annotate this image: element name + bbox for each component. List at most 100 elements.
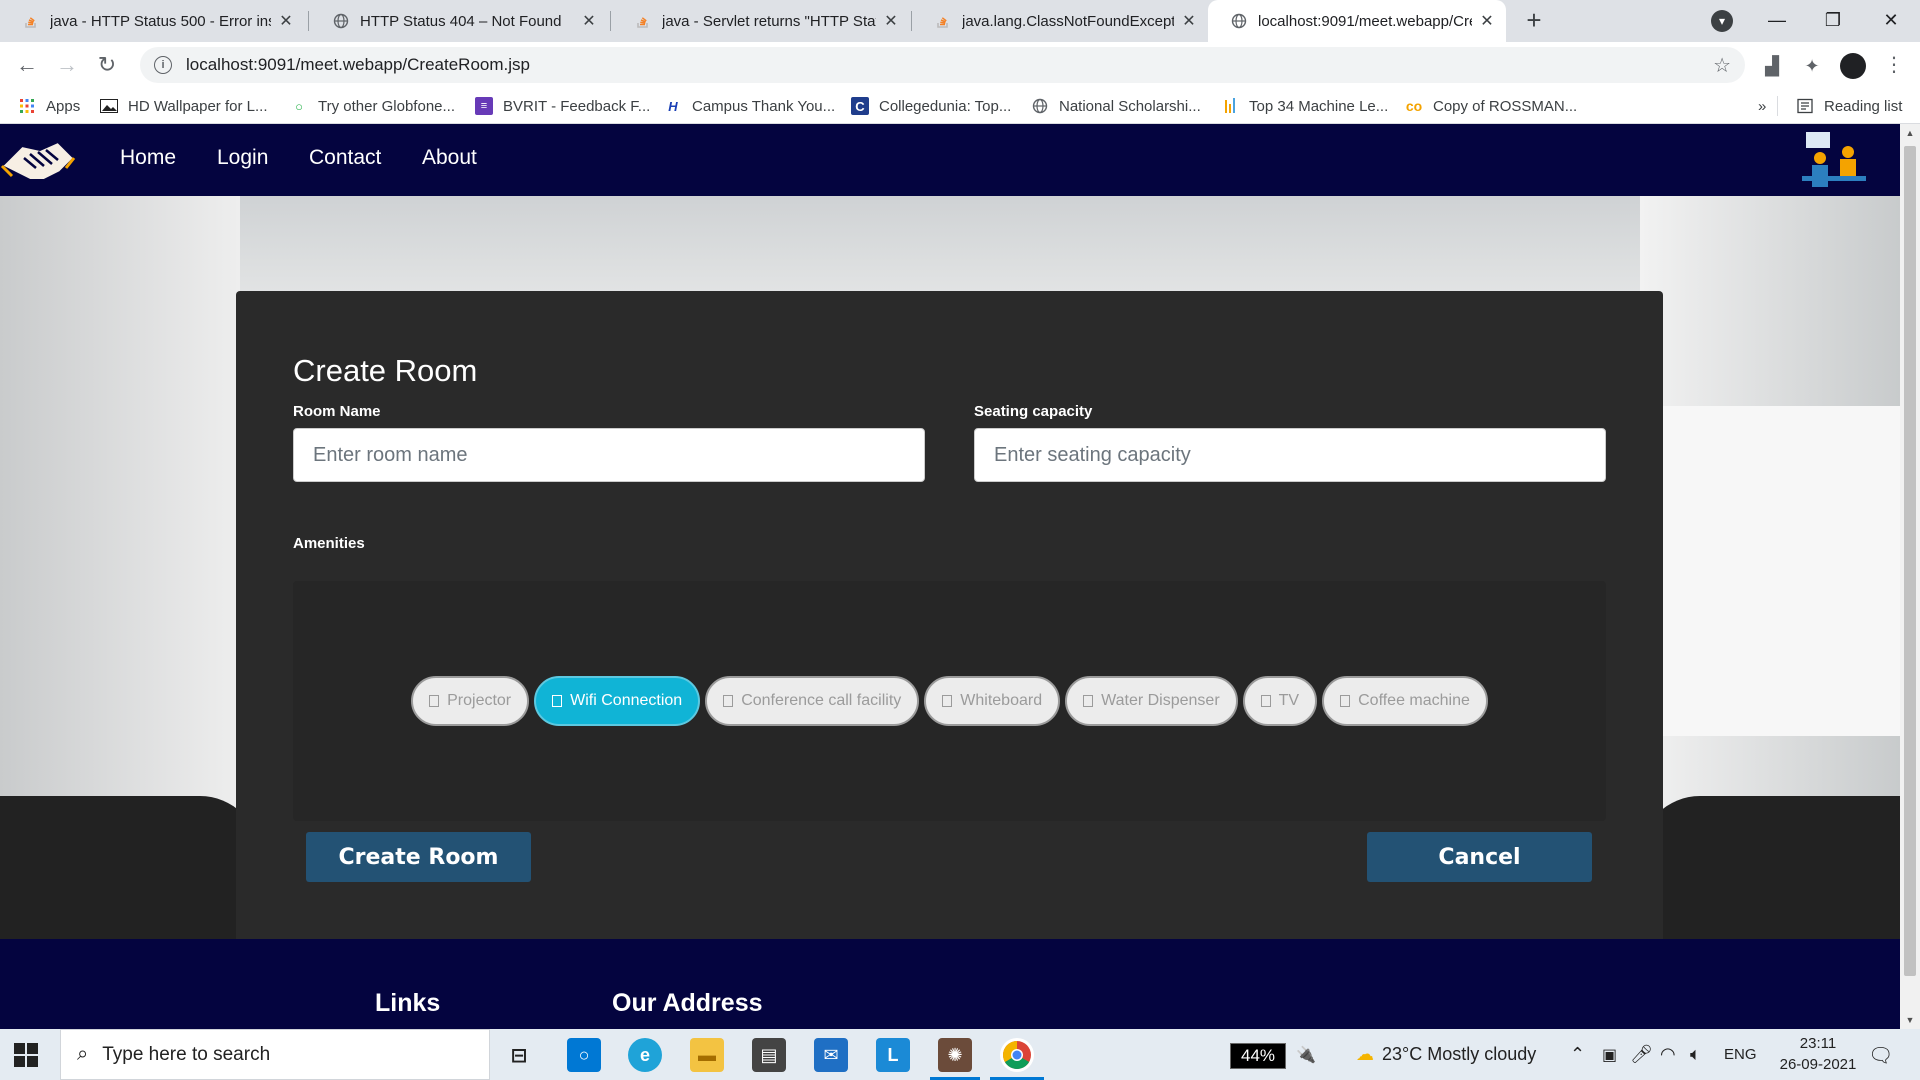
app-icon[interactable]: ✺ [938,1038,972,1072]
file-explorer-icon[interactable]: ▬ [690,1038,724,1072]
bookmark-item[interactable]: National Scholarshi... [1031,88,1201,124]
back-arrow-icon[interactable]: ← [12,50,42,80]
show-hidden-icons-icon[interactable]: ⌃ [1570,1029,1585,1080]
site-info-icon[interactable]: i [154,56,172,74]
l-app-icon[interactable]: L [876,1038,910,1072]
bookmark-item[interactable]: ≡ BVRIT - Feedback F... [475,88,650,124]
close-tab-icon[interactable]: ✕ [580,11,598,31]
close-tab-icon[interactable]: ✕ [1180,11,1198,31]
weather-widget[interactable]: ☁ 23°C Mostly cloudy [1356,1029,1536,1080]
volume-icon[interactable]: 🔈︎ [1690,1029,1701,1080]
room-name-input[interactable] [293,428,925,482]
amenity-chip-projector[interactable]: Projector [411,676,530,726]
browser-tab[interactable]: java.lang.ClassNotFoundExceptio ✕ [912,0,1208,42]
scroll-up-icon[interactable]: ▲ [1900,128,1920,138]
site-footer: Links Our Address [0,939,1900,1029]
reading-list-icon [1796,97,1814,115]
menu-kebab-icon[interactable]: ⋮ [1884,52,1904,77]
taskbar-search[interactable]: ⌕ Type here to search [60,1029,490,1080]
nav-link-home[interactable]: Home [120,146,176,170]
new-tab-button[interactable]: + [1519,6,1549,36]
web-page: Home Login Contact About Create Room Roo… [0,124,1900,1029]
store-icon[interactable]: ▤ [752,1038,786,1072]
browser-tab[interactable]: java - Servlet returns "HTTP Statu ✕ [612,0,910,42]
reading-list-button[interactable]: Reading list [1796,88,1902,124]
battery-indicator[interactable]: 44% [1230,1043,1286,1069]
browser-tab[interactable]: HTTP Status 404 – Not Found ✕ [310,0,608,42]
create-room-button[interactable]: Create Room [306,832,531,882]
amenities-chip-row: Projector Wifi Connection Conference cal… [293,581,1606,821]
handshake-logo-icon[interactable] [0,128,76,192]
chrome-icon[interactable] [1000,1038,1034,1072]
language-indicator[interactable]: ENG [1724,1029,1757,1080]
address-bar[interactable]: i localhost:9091/meet.webapp/CreateRoom.… [140,47,1745,83]
windows-start-icon[interactable] [14,1043,38,1067]
bookmarks-bar: Apps HD Wallpaper for L... ○ Try other G… [0,88,1920,124]
bars-icon [1221,97,1239,115]
forward-arrow-icon[interactable]: → [52,50,82,80]
cortana-icon[interactable]: ○ [567,1038,601,1072]
stackoverflow-icon [634,12,652,30]
amenities-container: Projector Wifi Connection Conference cal… [293,581,1606,821]
cloudy-weather-icon: ☁ [1356,1044,1374,1064]
reload-icon[interactable]: ↻ [92,50,122,80]
nav-link-contact[interactable]: Contact [309,146,381,170]
bookmark-item[interactable]: H Campus Thank You... [664,88,835,124]
browser-tab-active[interactable]: localhost:9091/meet.webapp/Cre ✕ [1208,0,1506,42]
page-scrollbar[interactable]: ▲ ▼ [1900,124,1920,1029]
nav-link-login[interactable]: Login [217,146,268,170]
amenity-chip-water-dispenser[interactable]: Water Dispenser [1065,676,1238,726]
amenity-chip-wifi-connection[interactable]: Wifi Connection [534,676,701,726]
task-view-icon[interactable]: ⊟ [502,1038,536,1072]
bookmark-item[interactable]: Apps [18,88,80,124]
forms-icon: ≡ [475,97,493,115]
background-whiteboard [1652,406,1900,736]
image-icon [100,97,118,115]
mail-icon[interactable]: ✉ [814,1038,848,1072]
tab-search-icon[interactable]: ▾ [1711,10,1733,32]
scroll-down-icon[interactable]: ▼ [1900,1015,1920,1025]
url-text[interactable]: localhost:9091/meet.webapp/CreateRoom.js… [186,55,530,75]
bookmark-star-icon[interactable]: ☆ [1713,53,1731,78]
background-chair [0,796,260,946]
globe-icon [1230,12,1248,30]
extension-chart-icon[interactable]: ▟ [1760,54,1784,78]
edge-icon[interactable]: e [628,1038,662,1072]
extensions-puzzle-icon[interactable]: ✦ [1800,54,1824,78]
bookmarks-overflow-icon[interactable]: » [1758,88,1766,124]
device-icon[interactable]: ▣ [1602,1029,1617,1080]
amenity-chip-tv[interactable]: TV [1242,676,1318,726]
minimize-icon[interactable]: — [1752,4,1802,36]
cancel-button[interactable]: Cancel [1367,832,1592,882]
browser-tab[interactable]: java - HTTP Status 500 - Error ins ✕ [0,0,305,42]
seating-capacity-input[interactable] [974,428,1606,482]
checkbox-icon [942,695,953,707]
amenity-chip-conference-call[interactable]: Conference call facility [705,676,920,726]
nav-link-about[interactable]: About [422,146,477,170]
close-tab-icon[interactable]: ✕ [1478,11,1496,31]
system-clock[interactable]: 23:11 26-09-2021 [1776,1033,1860,1075]
c-icon: C [851,97,869,115]
profile-avatar[interactable] [1840,53,1866,79]
scrollbar-thumb[interactable] [1904,146,1916,976]
bookmark-item[interactable]: Top 34 Machine Le... [1221,88,1388,124]
bookmark-item[interactable]: co Copy of ROSSMAN... [1405,88,1577,124]
amenity-chip-whiteboard[interactable]: Whiteboard [924,676,1061,726]
wifi-icon[interactable]: ◠ [1660,1029,1676,1080]
close-tab-icon[interactable]: ✕ [277,11,295,31]
notifications-icon[interactable]: 🗨︎ [1868,1043,1893,1068]
close-window-icon[interactable]: ✕ [1866,4,1916,36]
restore-icon[interactable]: ❐ [1808,4,1858,36]
close-tab-icon[interactable]: ✕ [882,11,900,31]
footer-address-heading: Our Address [612,989,763,1017]
browser-tab-strip: java - HTTP Status 500 - Error ins ✕ HTT… [0,0,1920,42]
amenity-chip-coffee-machine[interactable]: Coffee machine [1322,676,1488,726]
bookmark-item[interactable]: ○ Try other Globfone... [290,88,455,124]
room-name-label: Room Name [293,403,381,420]
microphone-icon[interactable]: 🎤︎ [1630,1029,1653,1080]
site-navbar: Home Login Contact About [0,124,1900,196]
bookmark-item[interactable]: HD Wallpaper for L... [100,88,268,124]
bookmark-item[interactable]: C Collegedunia: Top... [851,88,1011,124]
apps-grid-icon [18,97,36,115]
footer-links-heading: Links [375,989,441,1017]
